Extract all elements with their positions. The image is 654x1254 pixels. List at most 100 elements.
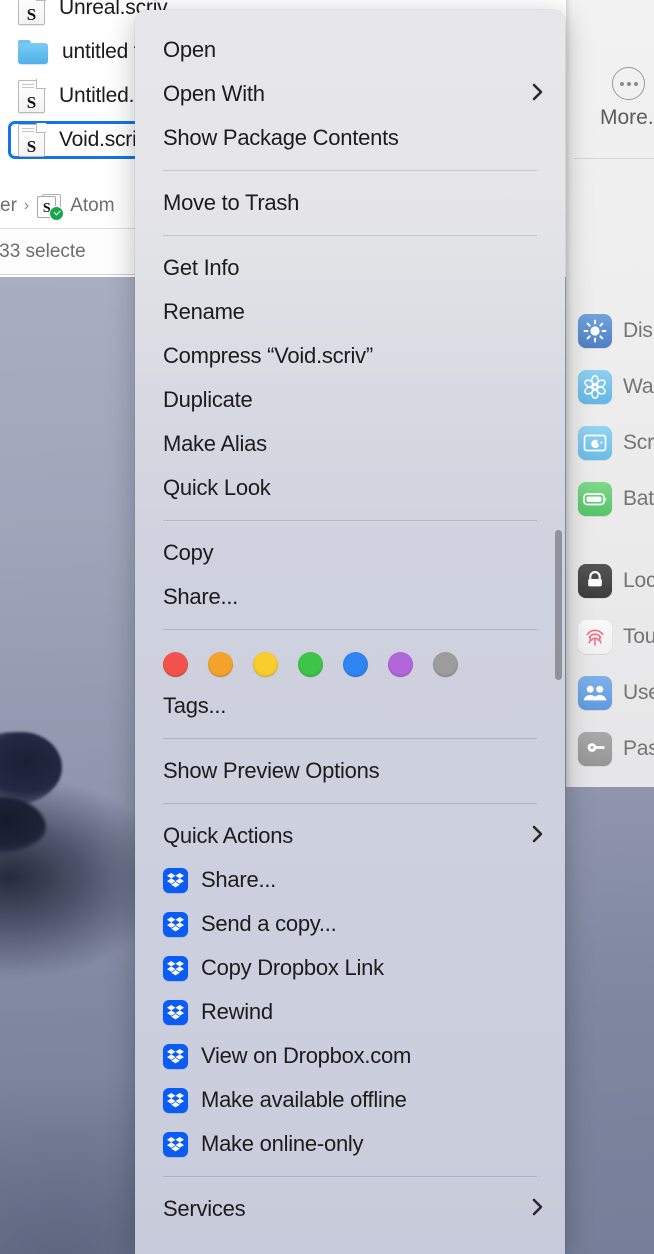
sidebar-item-label: Dis (623, 319, 653, 342)
menu-item-quick-actions[interactable]: Quick Actions (135, 814, 565, 858)
ellipsis-dot-icon (633, 81, 638, 86)
menu-item-dropbox-make-online-only[interactable]: Make online-only (135, 1122, 565, 1166)
menu-item-quick-look[interactable]: Quick Look (135, 466, 565, 510)
menu-separator (163, 170, 537, 171)
wallpaper-icon (578, 370, 612, 404)
dropbox-icon (163, 1131, 188, 1157)
file-name-label: Void.scriv (59, 128, 147, 151)
scrivener-document-icon: S (18, 0, 46, 25)
breadcrumb-segment-previous[interactable]: er (0, 195, 17, 217)
dropbox-icon (163, 1087, 188, 1113)
more-button-label: More. (600, 106, 654, 129)
menu-item-get-info[interactable]: Get Info (135, 246, 565, 290)
menu-item-dropbox-copy-link[interactable]: Copy Dropbox Link (135, 946, 565, 990)
menu-item-label: Get Info (163, 255, 240, 280)
menu-item-show-preview-options[interactable]: Show Preview Options (135, 749, 565, 793)
menu-item-label: Move to Trash (163, 190, 300, 215)
menu-item-open[interactable]: Open (135, 28, 565, 72)
more-button[interactable] (612, 67, 645, 100)
sidebar-item-label: Wa (623, 375, 654, 398)
tag-color-purple[interactable] (388, 651, 413, 677)
sidebar-item-passwords[interactable]: Pas (566, 721, 654, 777)
sidebar-item-label: Tou (623, 625, 654, 648)
passwords-icon (578, 732, 612, 766)
menu-separator (163, 738, 537, 739)
menu-item-label: Quick Actions (163, 823, 294, 848)
sidebar-item-touch-id[interactable]: Tou (566, 609, 654, 665)
tag-color-orange[interactable] (208, 651, 233, 677)
menu-separator (163, 803, 537, 804)
menu-item-dropbox-make-available-offline[interactable]: Make available offline (135, 1078, 565, 1122)
menu-item-label: Make online-only (201, 1131, 364, 1156)
sidebar-item-battery[interactable]: Bat (566, 471, 654, 527)
sync-check-badge-icon (49, 206, 65, 221)
scrivener-document-icon: S (18, 122, 46, 157)
sidebar-item-wallpaper[interactable]: Wa (566, 359, 654, 415)
dropbox-icon (163, 955, 188, 981)
ellipsis-dot-icon (619, 81, 624, 86)
tag-color-gray[interactable] (433, 651, 458, 677)
menu-item-services[interactable]: Services (135, 1187, 565, 1231)
menu-item-label: Show Package Contents (163, 125, 399, 150)
menu-item-move-to-trash[interactable]: Move to Trash (135, 181, 565, 225)
sidebar-item-lock-screen[interactable]: Loc (566, 553, 654, 609)
menu-item-make-alias[interactable]: Make Alias (135, 422, 565, 466)
tag-color-green[interactable] (298, 651, 323, 677)
menu-item-show-package-contents[interactable]: Show Package Contents (135, 116, 565, 160)
menu-separator (163, 1176, 537, 1177)
tag-color-blue[interactable] (343, 651, 368, 677)
scrivener-document-icon: S (18, 78, 46, 113)
menu-item-compress[interactable]: Compress “Void.scriv” (135, 334, 565, 378)
menu-item-copy[interactable]: Copy (135, 531, 565, 575)
menu-item-rename[interactable]: Rename (135, 290, 565, 334)
sidebar-item-label: Bat (623, 487, 654, 510)
panel-divider (574, 158, 654, 159)
chevron-right-icon (531, 1197, 545, 1221)
chevron-right-icon: › (23, 197, 30, 214)
breadcrumb-segment-current[interactable]: Atom (70, 195, 114, 217)
menu-item-open-with[interactable]: Open With (135, 72, 565, 116)
menu-item-label: Open With (163, 81, 265, 106)
status-text: of 33 selecte (0, 241, 86, 262)
sidebar-item-users-and-groups[interactable]: Use (566, 665, 654, 721)
tag-color-red[interactable] (163, 651, 188, 677)
folder-icon (18, 40, 48, 64)
lock-screen-icon (578, 564, 612, 598)
menu-item-dropbox-send-a-copy[interactable]: Send a copy... (135, 902, 565, 946)
menu-item-tags[interactable]: Tags... (135, 684, 565, 728)
tag-color-yellow[interactable] (253, 651, 278, 677)
dropbox-icon (163, 867, 188, 893)
menu-item-label: Make Alias (163, 431, 267, 456)
finder-context-menu: Open Open With Show Package Contents Mov… (135, 10, 565, 1254)
dropbox-icon (163, 999, 188, 1025)
sidebar-item-screen-saver[interactable]: Scr (566, 415, 654, 471)
menu-item-dropbox-rewind[interactable]: Rewind (135, 990, 565, 1034)
menu-item-label: Quick Look (163, 475, 271, 500)
displays-icon (578, 314, 612, 348)
menu-item-label: Rewind (201, 999, 273, 1024)
sidebar-item-displays[interactable]: Dis (566, 303, 654, 359)
dropbox-icon (163, 1043, 188, 1069)
wallpaper-rock-shape (0, 732, 62, 806)
menu-item-dropbox-view-on-web[interactable]: View on Dropbox.com (135, 1034, 565, 1078)
menu-item-label: Duplicate (163, 387, 253, 412)
menu-item-label: Send a copy... (201, 911, 337, 936)
menu-item-label: Rename (163, 299, 245, 324)
scrivener-document-sync-icon: S (36, 193, 65, 221)
users-and-groups-icon (578, 676, 612, 710)
sidebar-item-label: Pas (623, 737, 654, 760)
sidebar-item-label: Scr (623, 431, 654, 454)
menu-item-share[interactable]: Share... (135, 575, 565, 619)
wallpaper-rock-shape-2 (0, 797, 46, 853)
dropbox-icon (163, 911, 188, 937)
menu-item-duplicate[interactable]: Duplicate (135, 378, 565, 422)
menu-scrollbar[interactable] (555, 530, 562, 680)
menu-item-label: Share... (163, 584, 239, 609)
chevron-right-icon (531, 82, 545, 106)
sidebar-item-label: Loc (623, 569, 654, 592)
menu-item-dropbox-share[interactable]: Share... (135, 858, 565, 902)
menu-item-label: Copy (163, 540, 214, 565)
battery-icon (578, 482, 612, 516)
menu-item-label: View on Dropbox.com (201, 1043, 412, 1068)
menu-item-label: Show Preview Options (163, 758, 380, 783)
